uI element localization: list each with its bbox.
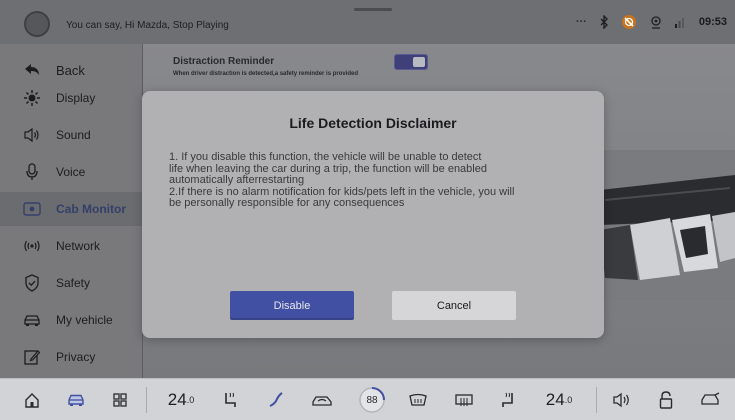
car-settings-icon[interactable] [64, 379, 88, 420]
sidebar-item-cab-monitor[interactable]: Cab Monitor [0, 192, 142, 226]
cabin-illustration [600, 150, 735, 300]
sidebar-item-privacy[interactable]: Privacy [0, 340, 142, 374]
status-bar: You can say, Hi Mazda, Stop Playing ··· … [0, 0, 735, 44]
driver-temp-decimal: .0 [186, 395, 195, 405]
assistant-hint: You can say, Hi Mazda, Stop Playing [66, 20, 229, 31]
front-defrost-icon[interactable] [404, 379, 432, 420]
passenger-temp[interactable]: 24.0 [536, 379, 582, 420]
sidebar-item-label: Voice [56, 165, 86, 179]
volume-icon[interactable] [608, 379, 636, 420]
seat-heat-icon[interactable] [218, 379, 242, 420]
microphone-icon [23, 163, 41, 181]
dock-separator [596, 387, 597, 413]
sidebar-item-display[interactable]: Display [0, 81, 142, 115]
passenger-seat-heat-icon[interactable] [496, 379, 520, 420]
brightness-icon [23, 89, 41, 107]
dialog-body-line: be personally responsible for any conseq… [169, 197, 405, 210]
air-recirculation-icon[interactable] [308, 379, 336, 420]
disable-button[interactable]: Disable [230, 291, 354, 320]
fan-level: 88 [366, 394, 378, 406]
setting-description: When driver distraction is detected,a sa… [173, 71, 359, 77]
bottom-dock: 24.0 88 24.0 [0, 378, 735, 420]
signal-icon [674, 14, 687, 30]
passenger-temp-decimal: .0 [564, 395, 573, 405]
toggle-knob [413, 57, 425, 67]
steering-heat-icon[interactable] [264, 379, 288, 420]
dialog-body-line: 1. If you disable this function, the veh… [169, 151, 482, 163]
notification-handle[interactable] [354, 8, 392, 11]
settings-sidebar: Back Display Sound Voice Cab Monitor Net… [0, 44, 142, 378]
setting-title: Distraction Reminder [173, 56, 275, 67]
sidebar-item-label: Cab Monitor [56, 202, 126, 216]
dock-separator [146, 387, 147, 413]
back-arrow-icon [23, 61, 41, 79]
shield-icon [23, 274, 41, 292]
car-icon [23, 311, 41, 329]
speaker-icon [23, 126, 41, 144]
dialog-title: Life Detection Disclaimer [289, 115, 457, 131]
sidebar-item-safety[interactable]: Safety [0, 266, 142, 300]
home-icon[interactable] [20, 379, 44, 420]
sidebar-item-voice[interactable]: Voice [0, 155, 142, 189]
sidebar-item-network[interactable]: Network [0, 229, 142, 263]
sidebar-item-label: Network [56, 239, 101, 253]
mute-icon [621, 14, 637, 30]
sidebar-item-label: Sound [56, 128, 91, 142]
disclaimer-dialog: Life Detection Disclaimer 1. If you disa… [142, 91, 604, 338]
passenger-temp-value: 24 [545, 390, 565, 409]
more-dots[interactable]: ··· [576, 14, 587, 30]
wireless-icon [649, 14, 663, 30]
camera-icon [23, 200, 41, 218]
status-icons: ··· 09:53 [576, 14, 727, 30]
trunk-icon[interactable] [696, 379, 724, 420]
rear-defrost-icon[interactable] [450, 379, 478, 420]
driver-temp[interactable]: 24.0 [158, 379, 204, 420]
fan-speed-control[interactable]: 88 [356, 379, 388, 420]
dialog-body: 1. If you disable this function, the veh… [169, 151, 579, 210]
apps-grid-icon[interactable] [108, 379, 132, 420]
sidebar-item-label: Safety [56, 276, 91, 290]
voice-assistant-icon[interactable] [24, 11, 50, 37]
sidebar-item-label: My vehicle [56, 313, 113, 327]
clock: 09:53 [698, 16, 727, 28]
distraction-reminder-toggle[interactable] [394, 54, 428, 70]
network-icon [23, 237, 41, 255]
sidebar-item-label: Display [56, 91, 96, 105]
bluetooth-icon [599, 14, 609, 30]
sidebar-item-sound[interactable]: Sound [0, 118, 142, 152]
cancel-button[interactable]: Cancel [392, 291, 516, 320]
sidebar-item-label: Privacy [56, 350, 96, 364]
lock-icon[interactable] [654, 379, 678, 420]
back-label: Back [56, 62, 85, 78]
edit-icon [23, 348, 41, 366]
driver-temp-value: 24 [167, 390, 187, 409]
sidebar-item-my-vehicle[interactable]: My vehicle [0, 303, 142, 337]
